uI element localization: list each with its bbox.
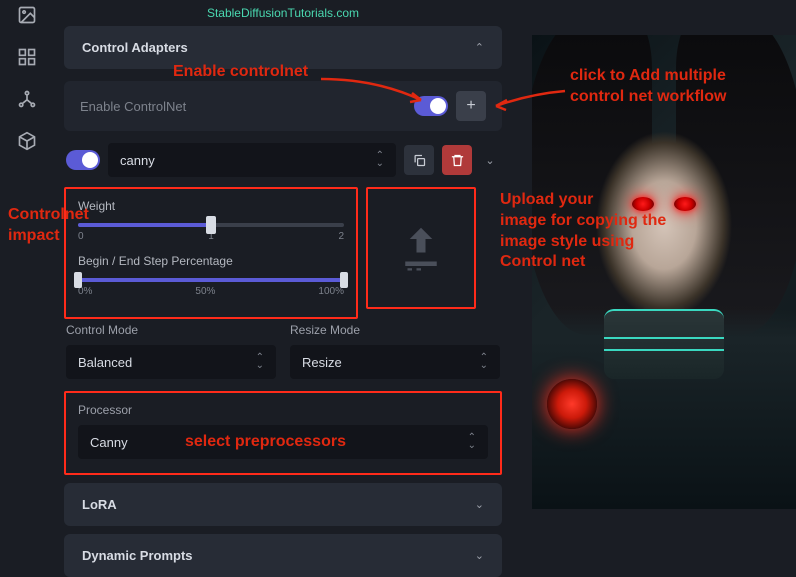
processor-label: Processor (78, 403, 488, 417)
range-slider[interactable] (78, 278, 344, 282)
control-mode-select[interactable]: Balanced ⌃⌄ (66, 345, 276, 379)
add-controlnet-button[interactable]: + (456, 91, 486, 121)
panel-title: LoRA (82, 497, 117, 512)
range-ticks: 0%50%100% (78, 286, 344, 297)
weight-slider[interactable] (78, 223, 344, 227)
copy-button[interactable] (404, 145, 434, 175)
chevron-down-icon: ⌄ (475, 498, 484, 511)
select-carets-icon: ⌃⌄ (480, 354, 488, 370)
chevron-up-icon: ⌃ (475, 41, 484, 54)
select-carets-icon: ⌃⌄ (376, 152, 384, 168)
enable-label: Enable ControlNet (80, 99, 186, 114)
delete-button[interactable] (442, 145, 472, 175)
dynamic-prompts-header[interactable]: Dynamic Prompts ⌄ (64, 534, 502, 577)
grid-icon[interactable] (17, 47, 37, 67)
select-carets-icon: ⌃⌄ (256, 354, 264, 370)
processor-box: Processor Canny ⌃⌄ (64, 391, 502, 475)
cube-icon[interactable] (17, 131, 37, 151)
processor-select[interactable]: Canny ⌃⌄ (78, 425, 488, 459)
chevron-down-icon: ⌄ (475, 549, 484, 562)
enable-controlnet-row: Enable ControlNet + (64, 81, 502, 131)
upload-dropzone[interactable] (366, 187, 476, 309)
settings-column: StableDiffusionTutorials.com Control Ada… (64, 0, 502, 522)
lora-header[interactable]: LoRA ⌄ (64, 483, 502, 526)
nodes-icon[interactable] (17, 89, 37, 109)
select-carets-icon: ⌃⌄ (468, 434, 476, 450)
panel-title: Dynamic Prompts (82, 548, 193, 563)
weight-range-box: Weight 012 Begin / End Step Percentage 0… (64, 187, 358, 319)
brand-text: StableDiffusionTutorials.com (64, 0, 502, 26)
adapter-row: canny ⌃⌄ ⌄ (64, 143, 502, 177)
panel-title: Control Adapters (82, 40, 188, 55)
adapter-type-value: canny (120, 153, 155, 168)
adapter-enable-toggle[interactable] (66, 150, 100, 170)
control-adapters-header[interactable]: Control Adapters ⌃ (64, 26, 502, 69)
weight-label: Weight (78, 199, 344, 213)
image-icon[interactable] (17, 5, 37, 25)
adapter-type-select[interactable]: canny ⌃⌄ (108, 143, 396, 177)
range-label: Begin / End Step Percentage (78, 254, 344, 268)
resize-mode-label: Resize Mode (290, 323, 500, 337)
left-rail (0, 0, 54, 522)
control-mode-label: Control Mode (66, 323, 276, 337)
preview-image (532, 35, 796, 509)
resize-mode-select[interactable]: Resize ⌃⌄ (290, 345, 500, 379)
enable-controlnet-toggle[interactable] (414, 96, 448, 116)
expand-button[interactable]: ⌄ (480, 145, 500, 175)
